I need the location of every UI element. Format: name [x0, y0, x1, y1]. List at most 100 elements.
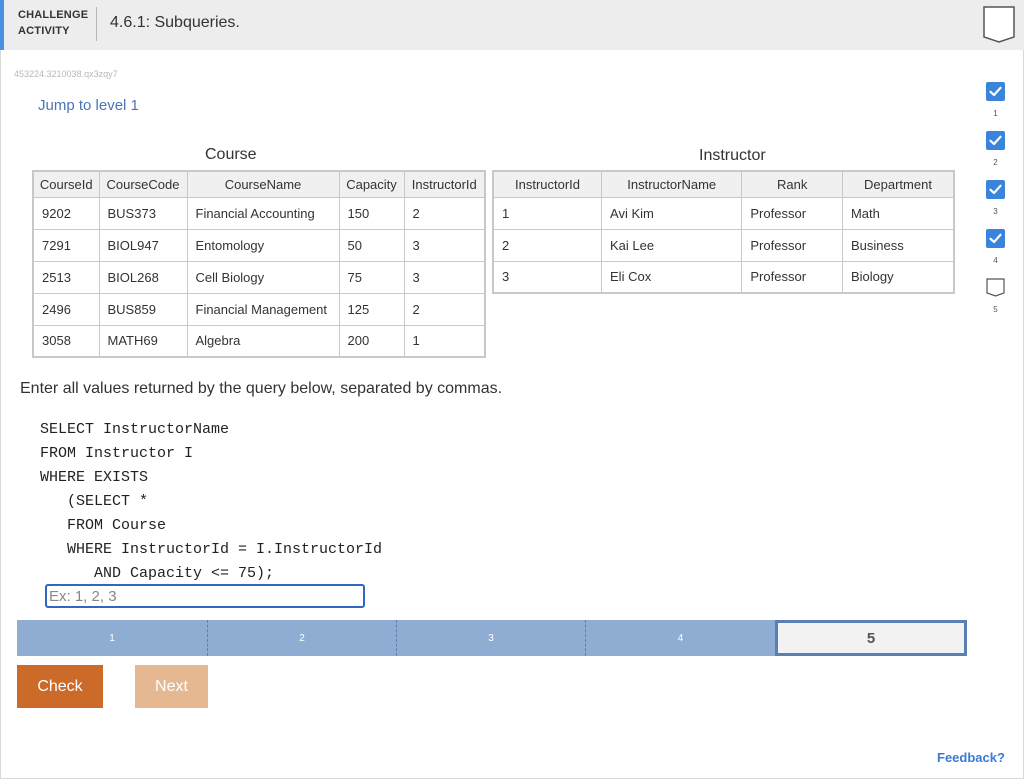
- course-table-cell: BIOL947: [98, 228, 188, 262]
- jump-to-level-link[interactable]: Jump to level 1: [38, 97, 139, 114]
- course-table-cell: 3058: [32, 324, 100, 358]
- instructor-table-header-cell: InstructorName: [601, 170, 743, 198]
- course-table-cell: BIOL268: [98, 260, 188, 294]
- header-divider: [96, 7, 97, 41]
- instructor-table-cell: 1: [492, 196, 603, 230]
- level-number: 4: [993, 256, 998, 265]
- sql-line: WHERE InstructorId = I.InstructorId: [40, 541, 383, 558]
- course-table-cell: BUS373: [98, 196, 188, 230]
- course-table-cell: 2513: [32, 260, 100, 294]
- checkmark-icon: [986, 180, 1005, 199]
- sql-line: (SELECT *: [40, 493, 149, 510]
- sql-line: WHERE EXISTS: [40, 469, 149, 486]
- sql-query-code: SELECT InstructorName FROM Instructor I WH…: [40, 418, 382, 586]
- sql-line: FROM Course: [40, 517, 167, 534]
- level-indicator-1[interactable]: 1: [984, 82, 1008, 126]
- course-table-cell: Cell Biology: [186, 260, 340, 294]
- answer-input[interactable]: [45, 584, 365, 608]
- checkmark-icon: [986, 82, 1005, 101]
- course-table-cell: MATH69: [98, 324, 188, 358]
- sql-line: AND Capacity <= 75);: [40, 565, 275, 582]
- table-row: 3058 MATH69 Algebra 200 1: [32, 324, 486, 358]
- course-table-header-cell: Capacity: [338, 170, 405, 198]
- course-table-cell: 200: [338, 324, 405, 358]
- table-row: 2513 BIOL268 Cell Biology 75 3: [32, 260, 486, 294]
- instructor-table-cell: Professor: [741, 228, 843, 262]
- sql-line: SELECT InstructorName: [40, 421, 230, 438]
- level-indicator-4[interactable]: 4: [984, 229, 1008, 273]
- instructor-table-caption: Instructor: [699, 147, 766, 164]
- instructor-table-cell: Avi Kim: [601, 196, 743, 230]
- instructor-table-cell: Eli Cox: [601, 260, 743, 294]
- instructor-table-header-cell: Rank: [741, 170, 843, 198]
- progress-segment-3: 3: [397, 620, 586, 656]
- instructor-table-cell: Professor: [741, 260, 843, 294]
- feedback-link[interactable]: Feedback?: [937, 750, 1005, 765]
- course-table-header-cell: InstructorId: [403, 170, 486, 198]
- course-table-cell: 125: [338, 292, 405, 326]
- level-number: 3: [993, 207, 998, 216]
- course-table: CourseId CourseCode CourseName Capacity Inst…: [32, 170, 486, 358]
- course-table-cell: 2496: [32, 292, 100, 326]
- bookmark-icon[interactable]: [982, 5, 1016, 43]
- table-row: 1 Avi Kim Professor Math: [492, 196, 955, 230]
- table-row: 9202 BUS373 Financial Accounting 150 2: [32, 196, 486, 230]
- table-row: 7291 BIOL947 Entomology 50 3: [32, 228, 486, 262]
- instructor-table-header-cell: InstructorId: [492, 170, 603, 198]
- course-table-cell: 7291: [32, 228, 100, 262]
- next-button[interactable]: Next: [135, 665, 208, 708]
- level-number: 1: [993, 109, 998, 118]
- level-indicator-3[interactable]: 3: [984, 180, 1008, 224]
- course-table-cell: Financial Accounting: [186, 196, 340, 230]
- instructor-table-cell: Professor: [741, 196, 843, 230]
- instructor-table-header-cell: Department: [841, 170, 955, 198]
- progress-segment-1: 1: [17, 620, 208, 656]
- course-table-cell: Financial Management: [186, 292, 340, 326]
- progress-segment-4: 4: [586, 620, 775, 656]
- course-table-cell: 1: [403, 324, 486, 358]
- checkmark-icon: [986, 229, 1005, 248]
- course-table-header-cell: CourseCode: [98, 170, 188, 198]
- course-table-cell: Algebra: [186, 324, 340, 358]
- level-indicator-5[interactable]: 5: [984, 278, 1008, 322]
- course-table-cell: Entomology: [186, 228, 340, 262]
- challenge-label-line2: ACTIVITY: [18, 25, 70, 37]
- course-table-cell: BUS859: [98, 292, 188, 326]
- course-table-cell: 3: [403, 260, 486, 294]
- table-row: 3 Eli Cox Professor Biology: [492, 260, 955, 294]
- sql-line: FROM Instructor I: [40, 445, 194, 462]
- level-progress-bar: 12345: [17, 620, 967, 656]
- course-table-cell: 3: [403, 228, 486, 262]
- level-box-icon: [986, 278, 1005, 297]
- challenge-activity-label: CHALLENGE ACTIVITY: [18, 7, 88, 39]
- course-table-cell: 50: [338, 228, 405, 262]
- progress-segment-2: 2: [208, 620, 397, 656]
- activity-header: CHALLENGE ACTIVITY 4.6.1: Subqueries.: [0, 0, 1024, 50]
- instructor-table-cell: Math: [841, 196, 955, 230]
- course-table-cell: 150: [338, 196, 405, 230]
- activity-title: 4.6.1: Subqueries.: [110, 14, 240, 31]
- course-table-cell: 9202: [32, 196, 100, 230]
- table-row: 2496 BUS859 Financial Management 125 2: [32, 292, 486, 326]
- question-prompt: Enter all values returned by the query b…: [20, 380, 503, 397]
- checkmark-icon: [986, 131, 1005, 150]
- level-indicator-2[interactable]: 2: [984, 131, 1008, 175]
- check-button[interactable]: Check: [17, 665, 103, 708]
- instructor-table: InstructorId InstructorName Rank Department…: [492, 170, 955, 294]
- instructor-table-cell: 3: [492, 260, 603, 294]
- course-table-cell: 2: [403, 292, 486, 326]
- instructor-table-cell: Biology: [841, 260, 955, 294]
- course-table-cell: 2: [403, 196, 486, 230]
- activity-id: 453224.3210038.qx3zqy7: [14, 69, 118, 79]
- course-table-header-cell: CourseId: [32, 170, 100, 198]
- instructor-table-cell: Business: [841, 228, 955, 262]
- course-table-header-cell: CourseName: [186, 170, 340, 198]
- level-number: 5: [993, 305, 998, 314]
- instructor-table-cell: Kai Lee: [601, 228, 743, 262]
- challenge-label-line1: CHALLENGE: [18, 9, 89, 21]
- course-table-caption: Course: [205, 146, 257, 163]
- table-row: 2 Kai Lee Professor Business: [492, 228, 955, 262]
- level-number: 2: [993, 158, 998, 167]
- instructor-table-cell: 2: [492, 228, 603, 262]
- course-table-cell: 75: [338, 260, 405, 294]
